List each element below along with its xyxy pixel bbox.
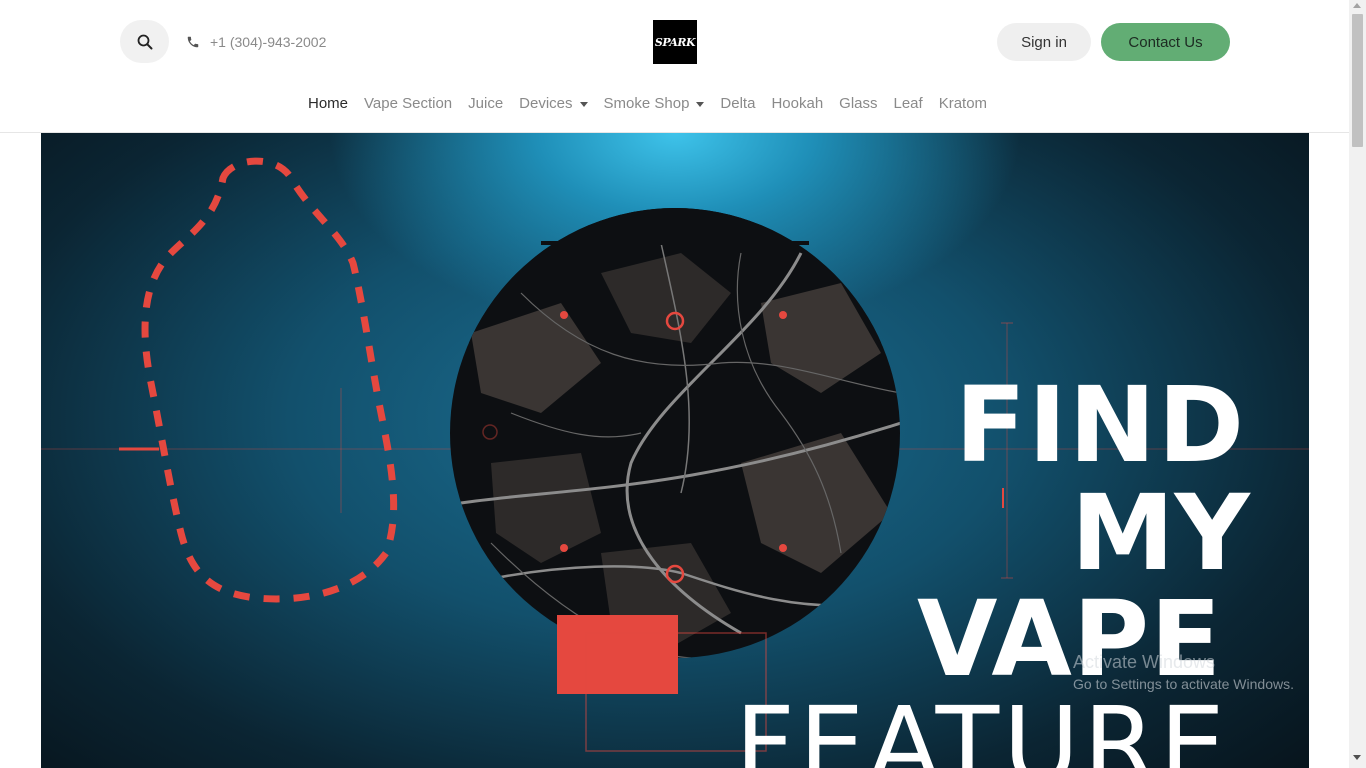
phone-number: +1 (304)-943-2002 <box>210 34 327 50</box>
nav-item-vape-section[interactable]: Vape Section <box>356 95 460 112</box>
site-header: +1 (304)-943-2002 SPARK Sign in Contact … <box>0 0 1349 133</box>
nav-item-smoke-shop[interactable]: Smoke Shop <box>596 95 713 112</box>
dashed-outline <box>141 157 398 603</box>
search-icon <box>137 34 152 49</box>
hero-title-line-4: FEATURE <box>735 684 1230 768</box>
nav-item-hookah[interactable]: Hookah <box>763 95 831 112</box>
nav-item-home[interactable]: Home <box>300 95 356 112</box>
hero-title-line-2: MY <box>1071 472 1250 594</box>
scroll-up-icon[interactable] <box>1353 3 1361 8</box>
nav-label: Delta <box>720 94 756 112</box>
nav-label: Glass <box>839 94 878 112</box>
nav-item-delta[interactable]: Delta <box>712 95 763 112</box>
nav-label: Juice <box>468 94 504 112</box>
nav-label: Home <box>308 94 349 112</box>
chevron-down-icon <box>696 101 705 107</box>
nav-item-devices[interactable]: Devices <box>511 95 595 112</box>
contact-us-button[interactable]: Contact Us <box>1101 23 1230 61</box>
scroll-down-icon[interactable] <box>1353 755 1361 760</box>
hero-title-line-1: FIND <box>955 364 1247 486</box>
search-button[interactable] <box>120 20 169 63</box>
activation-watermark-title: Activate Windows <box>1073 652 1216 672</box>
phone-link[interactable]: +1 (304)-943-2002 <box>186 31 326 53</box>
sign-in-button[interactable]: Sign in <box>997 23 1091 61</box>
logo-text: SPARK <box>654 35 696 49</box>
nav-item-juice[interactable]: Juice <box>460 95 511 112</box>
scroll-thumb[interactable] <box>1352 14 1363 147</box>
nav-label: Leaf <box>893 94 923 112</box>
nav-item-leaf[interactable]: Leaf <box>886 95 931 112</box>
nav-label: Hookah <box>771 94 824 112</box>
site-logo[interactable]: SPARK <box>653 20 697 64</box>
main-nav: Home Vape Section Juice Devices Smoke Sh… <box>300 92 995 114</box>
nav-item-glass[interactable]: Glass <box>831 95 885 112</box>
nav-item-kratom[interactable]: Kratom <box>931 95 995 112</box>
activation-watermark-subtitle: Go to Settings to activate Windows. <box>1073 676 1294 692</box>
nav-label: Devices <box>519 94 573 112</box>
nav-label: Kratom <box>938 94 988 112</box>
phone-icon <box>187 36 199 48</box>
nav-label: Smoke Shop <box>603 94 690 112</box>
chevron-down-icon <box>579 101 588 107</box>
nav-label: Vape Section <box>364 94 453 112</box>
red-block <box>557 615 678 694</box>
vertical-scrollbar[interactable] <box>1349 0 1366 768</box>
